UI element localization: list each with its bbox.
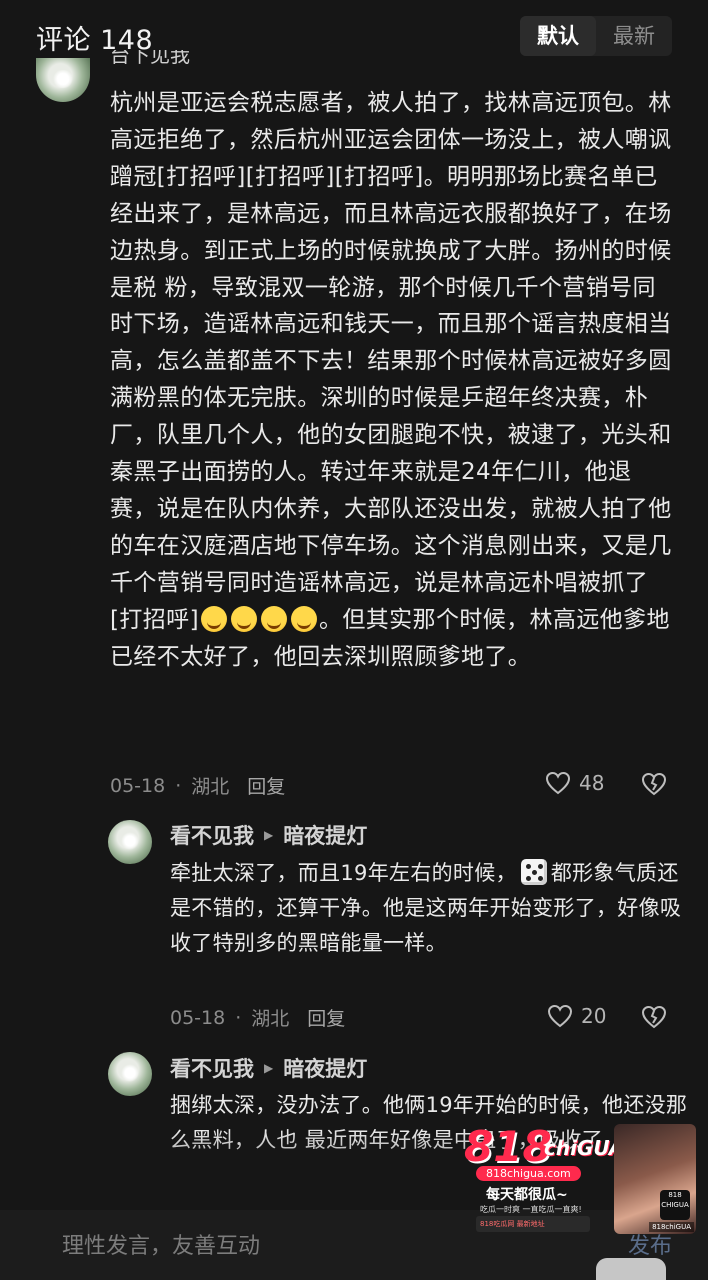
reply-username[interactable]: 看不见我 [170, 820, 254, 850]
dislike-button[interactable] [641, 772, 667, 796]
avatar[interactable] [108, 1052, 152, 1096]
sort-latest-tab[interactable]: 最新 [596, 16, 672, 56]
watermark-slogan: 每天都很瓜~ [486, 1187, 568, 1203]
sort-toggle: 默认 最新 [520, 16, 672, 56]
reply-header: 看不见我 ▶ 暗夜提灯 [170, 820, 367, 850]
comment-location: 湖北 [251, 1008, 290, 1030]
reply-username[interactable]: 看不见我 [170, 1053, 254, 1083]
watermark-badge: 818吃瓜网 最新地址 [476, 1216, 590, 1232]
triangle-right-icon: ▶ [264, 1061, 274, 1075]
reply-target-username[interactable]: 暗夜提灯 [283, 820, 367, 850]
photo-caption: 818chiGUA [649, 1222, 694, 1232]
watermark-logo: 818 chiGUA 818chigua.com 每天都很瓜~ 吃瓜一时爽 一直… [462, 1122, 696, 1234]
broken-heart-icon [641, 1005, 667, 1029]
heart-outline-icon [545, 771, 571, 795]
reply-button[interactable]: 回复 [247, 772, 285, 799]
reply-header: 看不见我 ▶ 暗夜提灯 [170, 1053, 367, 1083]
watermark-domain: 818chigua.com [476, 1166, 581, 1181]
comment-input[interactable]: 理性发言，友善互动 [62, 1228, 260, 1260]
broken-heart-icon [641, 772, 667, 796]
brand-word: chiGUA [544, 1136, 625, 1160]
main-comment-meta: 05-18 · 湖北 回复 [110, 772, 285, 799]
heart-outline-icon [547, 1004, 573, 1028]
home-indicator [596, 1258, 666, 1280]
triangle-right-icon: ▶ [264, 828, 274, 842]
rofl-emoji-icon [230, 605, 257, 632]
photo-tag: 818 CHIGUA [660, 1190, 690, 1220]
reply-button[interactable]: 回复 [307, 1004, 345, 1031]
reply-text-part1: 牵扯太深了，而且19年左右的时候， [170, 861, 517, 885]
rofl-emoji-icon [260, 605, 287, 632]
avatar[interactable] [108, 820, 152, 864]
comment-date: 05-18 [110, 774, 166, 797]
main-comment-text-part1: 杭州是亚运会税志愿者，被人拍了，找林高远顶包。林高远拒绝了，然后杭州亚运会团体一… [110, 90, 672, 633]
meta-separator: · [175, 774, 182, 797]
sort-default-tab[interactable]: 默认 [520, 16, 596, 56]
dice-emoji-icon [520, 859, 547, 885]
meta-separator: · [235, 1006, 242, 1029]
rofl-emoji-icon [200, 605, 227, 632]
like-count: 20 [581, 1004, 607, 1028]
brand-number: 818 [464, 1122, 552, 1171]
reply-target-username[interactable]: 暗夜提灯 [283, 1053, 367, 1083]
comment-location: 湖北 [191, 776, 230, 798]
comments-header: 评论 148 默认 最新 [0, 0, 708, 70]
main-comment-text: 杭州是亚运会税志愿者，被人拍了，找林高远顶包。林高远拒绝了，然后杭州亚运会团体一… [110, 85, 675, 676]
comment-date: 05-18 [170, 1006, 226, 1029]
truncated-username: 台下见我 [110, 50, 190, 67]
like-button[interactable]: 20 [547, 1004, 606, 1028]
reply-meta: 05-18 · 湖北 回复 [170, 1004, 345, 1031]
avatar[interactable] [36, 58, 90, 102]
reply-text: 牵扯太深了，而且19年左右的时候， 都形象气质还是不错的，还算干净。他是这两年开始… [170, 856, 690, 961]
like-button[interactable]: 48 [545, 771, 604, 795]
dislike-button[interactable] [641, 1005, 667, 1029]
like-count: 48 [579, 771, 605, 795]
rofl-emoji-icon [290, 605, 317, 632]
watermark-photo: 818 CHIGUA 818chiGUA [614, 1124, 696, 1234]
watermark-subtext: 吃瓜一时爽 一直吃瓜一直爽! [480, 1205, 582, 1214]
